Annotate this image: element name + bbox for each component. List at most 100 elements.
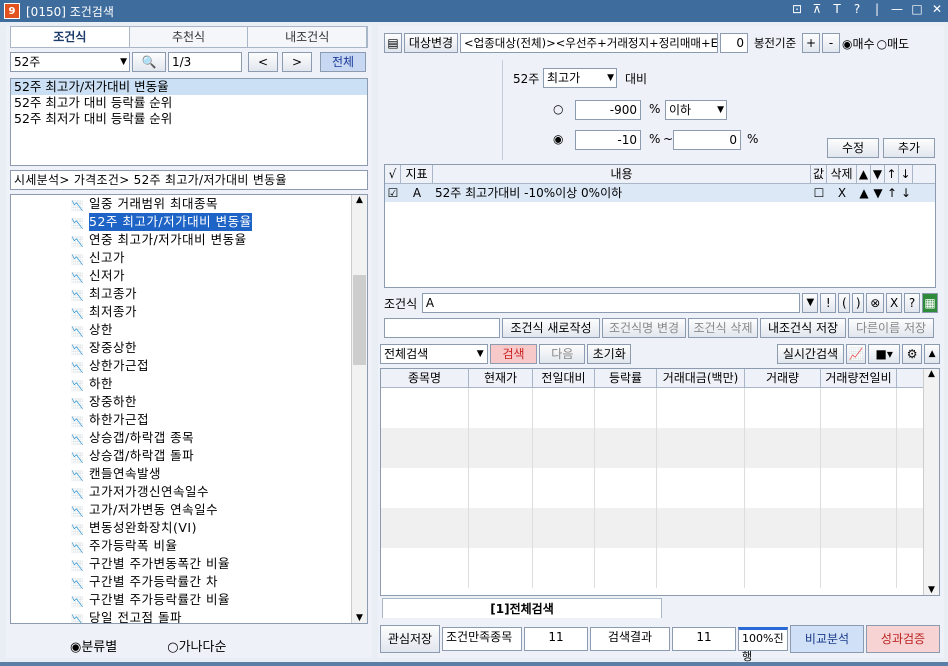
tab-recommended[interactable]: 추천식: [129, 27, 249, 47]
tree-item[interactable]: 📉 신고가: [11, 249, 367, 267]
search-button[interactable]: 🔍: [132, 52, 166, 72]
compare-analysis-button[interactable]: 비교분석: [790, 625, 864, 653]
tree-item[interactable]: 📉 일중 거래범위 최대종목: [11, 195, 367, 213]
tree-item[interactable]: 📉 구간별 주가등락률간 차: [11, 573, 367, 591]
tree-item[interactable]: 📉 신저가: [11, 267, 367, 285]
table-row[interactable]: [381, 428, 939, 448]
column-header[interactable]: 현재가: [469, 369, 533, 387]
not-button[interactable]: !: [820, 293, 837, 313]
table-row[interactable]: [381, 388, 939, 408]
table-row[interactable]: ☑ A 52주 최고가대비 -10%이상 0%이하 ☐ X ▲ ▼ ↑ ↓: [385, 184, 935, 202]
tree-item[interactable]: 📉 하한가근접: [11, 411, 367, 429]
change-target-button[interactable]: 대상변경: [404, 33, 458, 53]
font-icon[interactable]: T: [830, 2, 844, 16]
tree-item[interactable]: 📉 상한가근접: [11, 357, 367, 375]
tree-item[interactable]: 📉 변동성완화장치(VI): [11, 519, 367, 537]
tree-item[interactable]: 📉 상승갭/하락갭 돌파: [11, 447, 367, 465]
xor-button[interactable]: ⊗: [866, 293, 885, 313]
maximize-icon[interactable]: □: [910, 2, 924, 16]
tree-item[interactable]: 📉 고가/저가변동 연속일수: [11, 501, 367, 519]
tree-item[interactable]: 📉 장중상한: [11, 339, 367, 357]
help-icon[interactable]: ?: [850, 2, 864, 16]
formula-input[interactable]: A: [421, 293, 801, 313]
tree-item[interactable]: 📉 캔들연속발생: [11, 465, 367, 483]
close-paren-button[interactable]: ): [852, 293, 865, 313]
verify-performance-button[interactable]: 성과검증: [866, 625, 940, 653]
next-button[interactable]: >: [282, 52, 312, 72]
column-header[interactable]: 거래량전일비: [821, 369, 897, 387]
display-select[interactable]: ■▾: [868, 344, 901, 364]
tree-item[interactable]: 📉 52주 최고가/저가대비 변동율: [11, 213, 367, 231]
tree-item[interactable]: 📉 하한: [11, 375, 367, 393]
search-mode-select[interactable]: 전체검색 ▼: [380, 344, 488, 364]
move-up-button[interactable]: ▲: [857, 184, 871, 202]
minimize-icon[interactable]: —: [890, 2, 904, 16]
value-input-1[interactable]: -900: [575, 100, 641, 120]
delete-condition-button[interactable]: 조건식 삭제: [688, 318, 758, 338]
formula-dropdown-button[interactable]: ▼: [802, 293, 819, 313]
tree-item[interactable]: 📉 고가저가갱신연속일수: [11, 483, 367, 501]
table-row[interactable]: [381, 528, 939, 548]
column-header[interactable]: 거래대금(백만): [657, 369, 745, 387]
tree-item[interactable]: 📉 주가등락폭 비율: [11, 537, 367, 555]
open-paren-button[interactable]: (: [838, 293, 851, 313]
radio-checked-icon[interactable]: ◉: [553, 132, 563, 146]
scroll-thumb[interactable]: [353, 275, 366, 365]
add-button[interactable]: 추가: [883, 138, 935, 158]
delete-button[interactable]: X: [827, 184, 857, 202]
save-watchlist-button[interactable]: 관심저장: [380, 625, 440, 653]
tree-item[interactable]: 📉 상한: [11, 321, 367, 339]
prev-button[interactable]: <: [248, 52, 278, 72]
tree-item[interactable]: 📉 구간별 주가등락률간 비율: [11, 591, 367, 609]
tree-item[interactable]: 📉 장중하한: [11, 393, 367, 411]
table-row[interactable]: [381, 448, 939, 468]
condition-name-input[interactable]: [384, 318, 500, 338]
search-button-main[interactable]: 검색: [489, 344, 538, 364]
save-my-condition-button[interactable]: 내조건식 저장: [760, 318, 846, 338]
value-input-2[interactable]: -10: [575, 130, 641, 150]
excel-icon[interactable]: ▦: [922, 293, 939, 313]
results-scrollbar[interactable]: ▲ ▼: [923, 369, 939, 595]
tree-item[interactable]: 📉 당일 전고점 돌파: [11, 609, 367, 623]
sell-radio[interactable]: ○매도: [877, 35, 910, 52]
tree-item[interactable]: 📉 상승갭/하락갭 종목: [11, 429, 367, 447]
sort-by-name-radio[interactable]: ○가나다순: [167, 636, 226, 655]
radio-unchecked-icon[interactable]: ○: [553, 102, 563, 116]
table-row[interactable]: [381, 488, 939, 508]
chevron-down-icon[interactable]: ▼: [120, 53, 127, 71]
clear-button[interactable]: X: [886, 293, 903, 313]
move-bottom-button[interactable]: ↓: [899, 184, 913, 202]
target-icon[interactable]: ▤: [384, 33, 402, 53]
edit-button[interactable]: 수정: [827, 138, 879, 158]
next-result-button[interactable]: 다음: [539, 344, 586, 364]
move-down-button[interactable]: ▼: [871, 184, 885, 202]
save-as-button[interactable]: 다른이름 저장: [848, 318, 934, 338]
scroll-down-icon[interactable]: ▼: [352, 613, 367, 623]
list-item[interactable]: 52주 최고가 대비 등락률 순위: [11, 95, 367, 111]
all-button[interactable]: 전체: [320, 52, 366, 72]
help-button[interactable]: ?: [904, 293, 921, 313]
rename-button[interactable]: 조건식명 변경: [602, 318, 686, 338]
tab-all-search[interactable]: [1]전체검색: [382, 598, 662, 618]
bar-spinner[interactable]: 0: [720, 33, 748, 53]
value-input-3[interactable]: 0: [673, 130, 741, 150]
table-row[interactable]: [381, 548, 939, 568]
checkbox-checked-icon[interactable]: ☑: [385, 184, 401, 202]
settings-icon[interactable]: ⚙: [902, 344, 923, 364]
scroll-up-icon[interactable]: ▲: [924, 369, 939, 379]
below-select[interactable]: 이하 ▼: [665, 100, 727, 120]
buy-radio[interactable]: ◉매수: [842, 35, 875, 52]
new-condition-button[interactable]: 조건식 새로작성: [502, 318, 600, 338]
tree-item[interactable]: 📉 구간별 주가변동폭간 비율: [11, 555, 367, 573]
table-row[interactable]: [381, 468, 939, 488]
column-header[interactable]: 전일대비: [533, 369, 595, 387]
layout-icon[interactable]: ⊡: [790, 2, 804, 16]
table-row[interactable]: [381, 508, 939, 528]
tree-item[interactable]: 📉 최저종가: [11, 303, 367, 321]
sort-by-category-radio[interactable]: ◉분류별: [70, 636, 117, 655]
list-item[interactable]: 52주 최저가 대비 등락률 순위: [11, 111, 367, 127]
table-row[interactable]: [381, 408, 939, 428]
collapse-icon[interactable]: ▲: [924, 344, 941, 364]
target-field[interactable]: <업종대상(전체)><우선주+거래정지+정리매매+E: [460, 33, 718, 53]
realtime-search-button[interactable]: 실시간검색: [776, 344, 845, 364]
